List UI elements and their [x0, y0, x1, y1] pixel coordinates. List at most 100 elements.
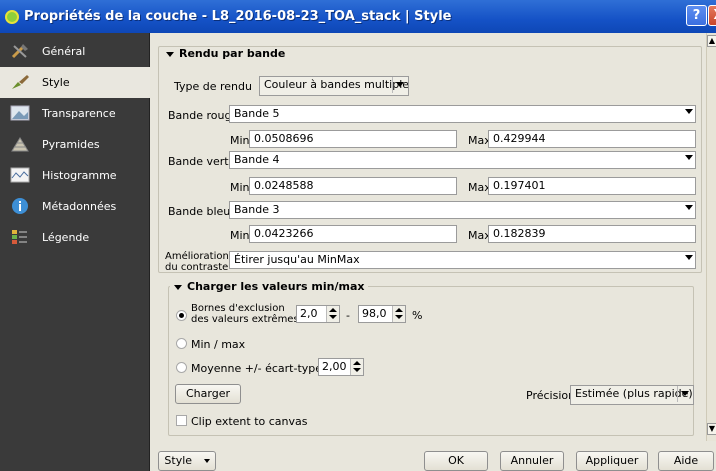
cut-low-value: 2,0	[300, 307, 318, 320]
render-type-value: Couleur à bandes multiples	[264, 78, 409, 91]
combo-arrow	[677, 386, 693, 402]
precision-combo[interactable]: Estimée (plus rapide)	[570, 385, 694, 405]
green-min-field[interactable]: 0.0248588	[249, 177, 457, 195]
chevron-down-icon	[203, 459, 210, 463]
style-menu-button[interactable]: Style	[158, 451, 216, 471]
render-type-combo[interactable]: Couleur à bandes multiples	[259, 76, 409, 96]
sidebar-item-histogram[interactable]: Histogramme	[0, 160, 150, 191]
chevron-down-icon	[685, 155, 693, 160]
blue-max-field[interactable]: 0.182839	[488, 225, 696, 243]
minmax-radio[interactable]	[176, 338, 187, 349]
green-max-field[interactable]: 0.197401	[488, 177, 696, 195]
apply-button[interactable]: Appliquer	[576, 451, 648, 471]
paintbrush-icon	[10, 73, 30, 91]
red-band-label: Bande rouge	[168, 109, 239, 122]
cancel-button[interactable]: Annuler	[500, 451, 564, 471]
spin-down-icon	[329, 315, 337, 319]
transparency-icon	[10, 104, 30, 122]
contrast-enhancement-combo[interactable]: Étirer jusqu'au MinMax	[229, 251, 696, 269]
green-band-value: Bande 4	[234, 153, 280, 166]
cut-low-spinbox[interactable]: 2,0	[296, 305, 340, 323]
contrast-enhancement-value: Étirer jusqu'au MinMax	[234, 253, 360, 266]
minmax-title-text: Charger les valeurs min/max	[187, 280, 365, 293]
histogram-icon	[10, 166, 30, 184]
collapse-arrow-icon	[166, 51, 174, 57]
sidebar-item-label: Pyramides	[42, 138, 100, 151]
range-dash: -	[346, 309, 350, 322]
sidebar-item-metadata[interactable]: Métadonnées	[0, 191, 150, 222]
render-type-label: Type de rendu	[174, 80, 252, 93]
cut-extremes-radio[interactable]	[176, 310, 187, 321]
blue-band-value: Bande 3	[234, 203, 280, 216]
chevron-down-icon	[685, 255, 693, 260]
sidebar-item-label: Légende	[42, 231, 90, 244]
cut-extremes-label-line1: Bornes d'exclusion	[191, 303, 285, 314]
vertical-scrollbar[interactable]: ▲ ▼	[706, 33, 716, 441]
blue-band-label: Bande bleue	[168, 205, 238, 218]
sidebar-item-legend[interactable]: Légende	[0, 222, 150, 253]
scroll-down-icon[interactable]: ▼	[707, 423, 716, 435]
chevron-down-icon	[685, 109, 693, 114]
contrast-label-line1: Amélioration	[165, 251, 229, 262]
spin-up-icon	[395, 308, 403, 312]
chevron-down-icon	[685, 205, 693, 210]
spin-down-icon	[395, 315, 403, 319]
spin-up-icon	[353, 361, 361, 365]
stddev-label: Moyenne +/- écart-type ×	[191, 362, 335, 375]
cut-high-spinbox[interactable]: 98,0	[358, 305, 406, 323]
precision-label: Précision	[526, 389, 576, 402]
style-menu-label: Style	[164, 454, 193, 467]
style-panel: Rendu par bande Type de rendu Couleur à …	[150, 33, 706, 441]
sidebar-item-label: Style	[42, 76, 70, 89]
red-band-value: Bande 5	[234, 107, 280, 120]
green-band-label: Bande verte	[168, 155, 236, 168]
close-title-button[interactable]: X	[708, 5, 716, 26]
scroll-up-icon[interactable]: ▲	[707, 35, 716, 47]
blue-band-combo[interactable]: Bande 3	[229, 201, 696, 219]
stddev-radio[interactable]	[176, 362, 187, 373]
minmax-title[interactable]: Charger les valeurs min/max	[170, 280, 369, 293]
pyramid-icon	[10, 135, 30, 153]
cut-high-value: 98,0	[362, 307, 387, 320]
spin-buttons[interactable]	[350, 359, 363, 375]
stddev-spinbox[interactable]: 2,00	[318, 358, 364, 376]
spin-buttons[interactable]	[326, 306, 339, 322]
sidebar-item-transparency[interactable]: Transparence	[0, 98, 150, 129]
spin-buttons[interactable]	[392, 306, 405, 322]
red-min-field[interactable]: 0.0508696	[249, 130, 457, 148]
spin-down-icon	[353, 368, 361, 372]
help-title-button[interactable]: ?	[686, 5, 707, 26]
band-rendering-title-text: Rendu par bande	[179, 47, 286, 60]
title-bar: Propriétés de la couche - L8_2016-08-23_…	[0, 0, 716, 33]
precision-value: Estimée (plus rapide)	[575, 387, 693, 400]
help-button[interactable]: Aide	[658, 451, 714, 471]
sidebar-item-general[interactable]: Général	[0, 36, 150, 67]
qgis-icon	[5, 10, 19, 24]
sidebar-item-label: Histogramme	[42, 169, 117, 182]
blue-min-field[interactable]: 0.0423266	[249, 225, 457, 243]
spin-up-icon	[329, 308, 337, 312]
window-title: Propriétés de la couche - L8_2016-08-23_…	[24, 9, 452, 24]
green-band-combo[interactable]: Bande 4	[229, 151, 696, 169]
sidebar-item-style[interactable]: Style	[0, 67, 150, 98]
chevron-down-icon	[396, 82, 404, 87]
collapse-arrow-icon	[174, 284, 182, 290]
stddev-value: 2,00	[322, 360, 347, 373]
minmax-label: Min / max	[191, 338, 246, 351]
clip-extent-checkbox[interactable]	[176, 415, 187, 426]
red-max-field[interactable]: 0.429944	[488, 130, 696, 148]
combo-arrow	[392, 77, 408, 93]
sidebar-item-label: Général	[42, 45, 86, 58]
blue-min-label: Min	[230, 229, 250, 242]
info-icon	[10, 197, 30, 215]
red-band-combo[interactable]: Bande 5	[229, 105, 696, 123]
cut-extremes-label-line2: des valeurs extrêmes	[191, 314, 299, 325]
ok-button[interactable]: OK	[424, 451, 488, 471]
contrast-label-line2: du contraste	[165, 262, 229, 273]
legend-icon	[10, 228, 30, 246]
load-button[interactable]: Charger	[175, 384, 241, 404]
dialog-button-bar: Style OK Annuler Appliquer Aide	[150, 441, 716, 471]
sidebar-item-pyramids[interactable]: Pyramides	[0, 129, 150, 160]
band-rendering-title[interactable]: Rendu par bande	[162, 47, 290, 60]
clip-extent-label: Clip extent to canvas	[191, 415, 308, 428]
